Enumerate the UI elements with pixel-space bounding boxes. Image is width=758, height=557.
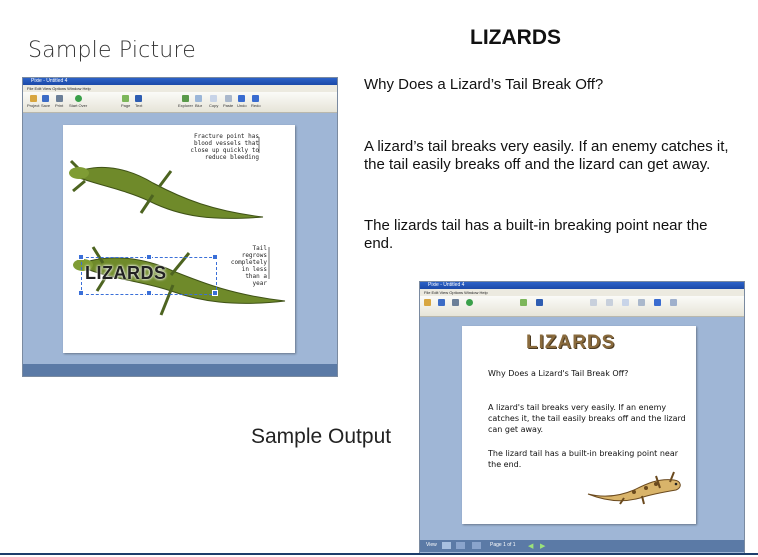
print-button[interactable]: [452, 299, 459, 307]
page-title: LIZARDS: [470, 26, 561, 49]
grid-icon[interactable]: [456, 542, 465, 549]
slide-bottom-rule: [0, 553, 758, 555]
undo-button[interactable]: Undo: [237, 95, 247, 108]
output-paragraph-1: A lizard's tail breaks very easily. If a…: [488, 403, 686, 434]
project-button[interactable]: Project: [27, 95, 39, 108]
explorer-button[interactable]: [590, 299, 597, 307]
output-question: Why Does a Lizard's Tail Break Off?: [488, 369, 629, 378]
redo-button[interactable]: Redo: [251, 95, 261, 108]
sample-output-heading: Sample Output: [251, 425, 392, 448]
resize-handle[interactable]: [146, 290, 152, 296]
tail-note: Tail regrows completely in less than a y…: [230, 245, 267, 287]
copy-button[interactable]: Copy: [209, 95, 218, 108]
undo-button[interactable]: [654, 299, 661, 307]
window-titlebar: Pixie - Untitled 4: [420, 282, 744, 289]
view-label: View: [426, 542, 437, 548]
start-over-button[interactable]: [466, 299, 473, 307]
question-text: Why Does a Lizard’s Tail Break Off?: [364, 76, 604, 93]
paragraph-2: The lizards tail has a built-in breaking…: [364, 217, 708, 252]
redo-button[interactable]: [670, 299, 677, 307]
next-page-icon[interactable]: ▶: [540, 542, 545, 550]
toolbar: Project Save Print Start Over Page Text …: [23, 92, 337, 113]
resize-handle[interactable]: [212, 254, 218, 260]
sample-picture-heading: Sample Picture: [28, 38, 196, 63]
window-title: Pixie - Untitled 4: [31, 78, 68, 84]
resize-handle[interactable]: [78, 290, 84, 296]
blur-button[interactable]: [606, 299, 613, 307]
copy-button[interactable]: [622, 299, 629, 307]
view-mode-icon[interactable]: [442, 542, 451, 549]
print-button[interactable]: Print: [55, 95, 63, 108]
page-button[interactable]: Page: [121, 95, 130, 108]
text-button[interactable]: [536, 299, 543, 307]
paste-button[interactable]: [638, 299, 645, 307]
page-counter: Page 1 of 1: [490, 542, 516, 548]
menu-bar[interactable]: File Edit View Options Window Help: [23, 85, 337, 92]
output-page-title: LIZARDS: [526, 332, 616, 353]
status-bar: View Page 1 of 1 ◀ ▶: [420, 540, 744, 552]
project-button[interactable]: [424, 299, 431, 307]
sample-picture-window: Pixie - Untitled 4 File Edit View Option…: [22, 77, 338, 377]
resize-handle[interactable]: [146, 254, 152, 260]
toolbar: [420, 296, 744, 317]
start-over-button[interactable]: Start Over: [69, 95, 87, 108]
resize-handle[interactable]: [212, 290, 218, 296]
window-titlebar: Pixie - Untitled 4: [23, 78, 337, 85]
prev-page-icon[interactable]: ◀: [528, 542, 533, 550]
sample-output-window: Pixie - Untitled 4 File Edit View Option…: [419, 281, 745, 555]
save-button[interactable]: [438, 299, 445, 307]
text-button[interactable]: Text: [135, 95, 142, 108]
paste-button[interactable]: Paste: [223, 95, 233, 108]
fracture-note: Fracture point has blood vessels that cl…: [190, 133, 259, 161]
canvas-page[interactable]: LIZARDS Why Does a Lizard's Tail Break O…: [462, 326, 696, 524]
menu-bar[interactable]: File Edit View Options Window Help: [420, 289, 744, 296]
paragraph-1: A lizard’s tail breaks very easily. If a…: [364, 138, 729, 173]
blur-button[interactable]: Blur: [195, 95, 202, 108]
canvas-page[interactable]: Fracture point has blood vessels that cl…: [63, 125, 295, 353]
page-icon[interactable]: [472, 542, 481, 549]
lizards-text-object[interactable]: LIZARDS: [85, 263, 167, 284]
resize-handle[interactable]: [78, 254, 84, 260]
gecko-image: [587, 471, 681, 505]
explorer-button[interactable]: Explorer: [178, 95, 193, 108]
status-bar: [23, 364, 337, 376]
save-button[interactable]: Save: [41, 95, 50, 108]
page-button[interactable]: [520, 299, 527, 307]
window-title: Pixie - Untitled 4: [428, 282, 465, 288]
